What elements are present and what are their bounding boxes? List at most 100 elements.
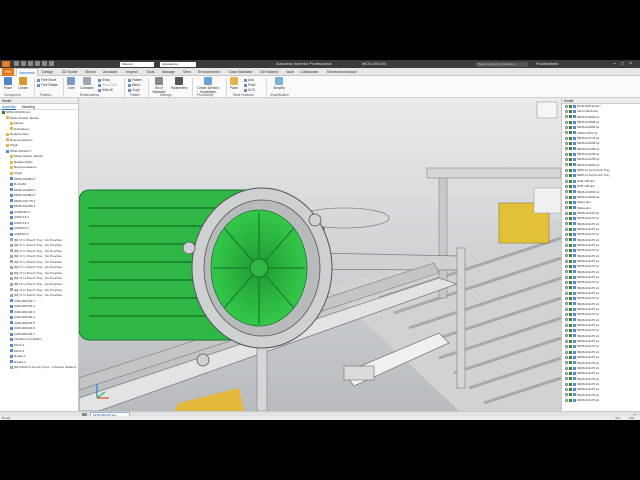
panel-label-productivity[interactable]: Productivity [197,93,213,97]
visibility-icon[interactable] [565,216,568,220]
visibility-icon[interactable] [565,270,568,274]
new-icon[interactable] [14,61,19,66]
tab-annotate[interactable]: Annotate [103,68,117,76]
visibility-icon[interactable] [565,254,568,258]
panel-label-work-features[interactable]: Work Features [233,93,254,97]
visibility-icon[interactable] [565,147,568,151]
visibility-icon[interactable] [565,152,568,156]
tree-item[interactable]: [M] A3019 In Pouch Trays - 0-Kinetic Sta… [0,365,78,371]
visibility-icon[interactable] [565,200,568,204]
visibility-icon[interactable] [565,104,568,108]
tab-inspect[interactable]: Inspect [126,68,138,76]
user-account[interactable]: PaulMathest [536,60,558,68]
help-search-input[interactable]: Search Help & Commands... [476,61,528,67]
visibility-icon[interactable] [565,355,568,359]
visibility-icon[interactable] [565,238,568,242]
visibility-icon[interactable] [565,259,568,263]
visibility-icon[interactable] [565,366,568,370]
save-icon[interactable] [28,61,33,66]
browser-tab-assembly[interactable]: Assembly [2,105,16,109]
visibility-icon[interactable] [565,329,568,333]
panel-label-position[interactable]: Position [40,93,51,97]
panel-label-relationships[interactable]: Relationships [80,93,99,97]
place-button[interactable]: Place [2,77,14,90]
copy-button[interactable]: Copy [128,88,139,92]
appearance-combo[interactable]: Appearance [160,61,196,67]
visibility-icon[interactable] [565,115,568,119]
visibility-icon[interactable] [565,275,568,279]
tab-design[interactable]: Design [42,68,53,76]
tab-data-standard[interactable]: Data Standard [229,68,252,76]
graphics-viewport[interactable] [79,98,561,411]
tab-vault[interactable]: Vault [286,68,294,76]
visibility-icon[interactable] [565,345,568,349]
hide-all-button[interactable]: Hide All [98,88,113,92]
visibility-icon[interactable] [565,302,568,306]
visibility-icon[interactable] [565,313,568,317]
point-button[interactable]: Point [244,83,255,87]
axis-button[interactable]: Axis [244,78,254,82]
visibility-icon[interactable] [565,158,568,162]
panel-label-pattern[interactable]: Pattern [130,93,140,97]
panel-label-simplification[interactable]: Simplification [270,93,289,97]
window-controls[interactable]: –□× [613,60,637,68]
visibility-icon[interactable] [565,126,568,130]
visibility-icon[interactable] [565,281,568,285]
tab-file[interactable]: File [2,68,14,76]
visibility-icon[interactable] [565,232,568,236]
open-icon[interactable] [21,61,26,66]
constrain-button[interactable]: Constrain [78,77,96,90]
free-move-button[interactable]: Free Move [37,78,56,82]
visibility-icon[interactable] [565,131,568,135]
create-derived-button[interactable]: Create Derived Substitutes [194,77,222,94]
right-tree-item[interactable]: M036-011176.ipt [562,398,640,403]
free-rotate-button[interactable]: Free Rotate [37,83,58,87]
visibility-icon[interactable] [565,307,568,311]
visibility-icon[interactable] [565,248,568,252]
pattern-button[interactable]: Pattern [128,78,142,82]
visibility-icon[interactable] [565,163,568,167]
tab-get-started[interactable]: Get Started [260,68,278,76]
visibility-icon[interactable] [565,297,568,301]
visibility-icon[interactable] [565,136,568,140]
undo-icon[interactable] [35,61,40,66]
visibility-icon[interactable] [565,339,568,343]
visibility-icon[interactable] [565,382,568,386]
tab-view[interactable]: View [183,68,191,76]
parameters-button[interactable]: Parameters [170,77,188,90]
browser-tab-modeling[interactable]: Modeling [22,105,35,109]
visibility-icon[interactable] [565,184,568,188]
visibility-icon[interactable] [565,398,568,402]
visibility-icon[interactable] [565,243,568,247]
visibility-icon[interactable] [565,206,568,210]
visibility-icon[interactable] [565,291,568,295]
visibility-icon[interactable] [565,222,568,226]
visibility-icon[interactable] [565,377,568,381]
plane-button[interactable]: Plane [228,77,240,90]
tab-tools[interactable]: Tools [146,68,154,76]
app-logo[interactable]: I PRO [2,61,10,72]
visibility-icon[interactable] [565,120,568,124]
mirror-button[interactable]: Mirror [128,83,140,87]
visibility-icon[interactable] [565,190,568,194]
visibility-icon[interactable] [565,387,568,391]
visibility-icon[interactable] [565,174,568,178]
visibility-icon[interactable] [565,195,568,199]
motor[interactable] [79,187,333,367]
model-view[interactable] [79,98,561,411]
tab-assemble[interactable]: Assemble [16,68,38,76]
visibility-icon[interactable] [565,318,568,322]
tab-collaborate[interactable]: Collaborate [300,68,318,76]
visibility-icon[interactable] [565,323,568,327]
visibility-icon[interactable] [565,110,568,114]
tab-manage[interactable]: Manage [162,68,175,76]
viewcube[interactable] [536,101,558,119]
visibility-icon[interactable] [565,286,568,290]
create-button[interactable]: Create [16,77,30,90]
home-icon[interactable] [49,61,54,66]
bom-button[interactable]: Bill of Materials [150,77,168,94]
joint-button[interactable]: Joint [64,77,78,90]
visibility-icon[interactable] [565,211,568,215]
tab-3d-model[interactable]: 3D Model [62,68,77,76]
visibility-icon[interactable] [565,168,568,172]
